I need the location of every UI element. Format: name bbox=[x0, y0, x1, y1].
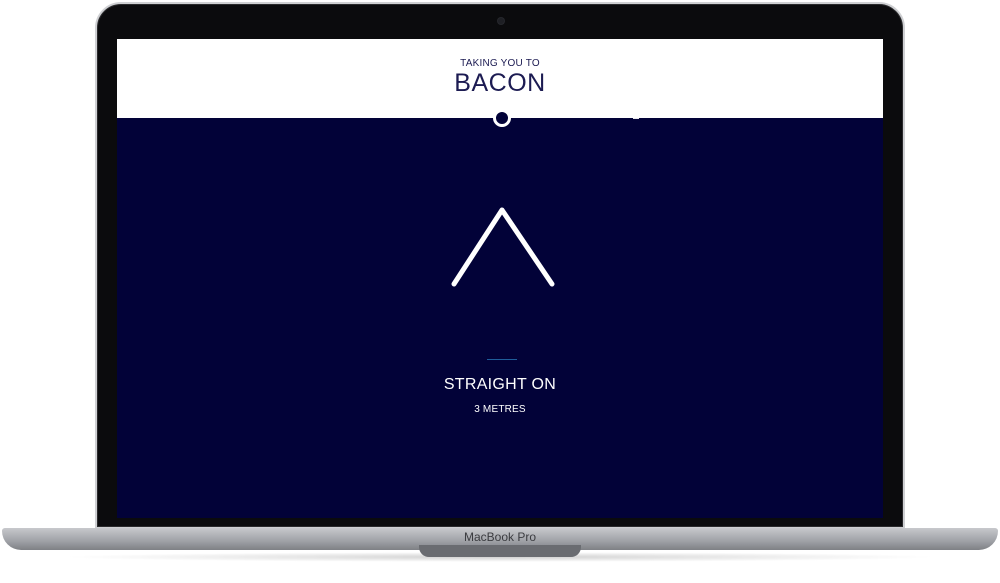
distance-text: 3 METRES bbox=[474, 404, 526, 415]
destination-header: TAKING YOU TO BACON bbox=[117, 39, 883, 118]
progress-tick bbox=[633, 118, 639, 119]
camera-icon bbox=[498, 18, 504, 24]
instruction-text: STRAIGHT ON bbox=[443, 376, 557, 393]
base-notch bbox=[419, 545, 581, 557]
divider bbox=[487, 359, 517, 360]
progress-marker bbox=[493, 109, 511, 127]
chevron-up-icon bbox=[451, 207, 555, 287]
destination-title: BACON bbox=[454, 69, 546, 97]
brand-label: MacBook Pro bbox=[463, 530, 537, 544]
app-screen: TAKING YOU TO BACON STRAIGHT ON 3 METRES bbox=[117, 39, 883, 518]
destination-eyebrow: TAKING YOU TO bbox=[460, 58, 540, 69]
